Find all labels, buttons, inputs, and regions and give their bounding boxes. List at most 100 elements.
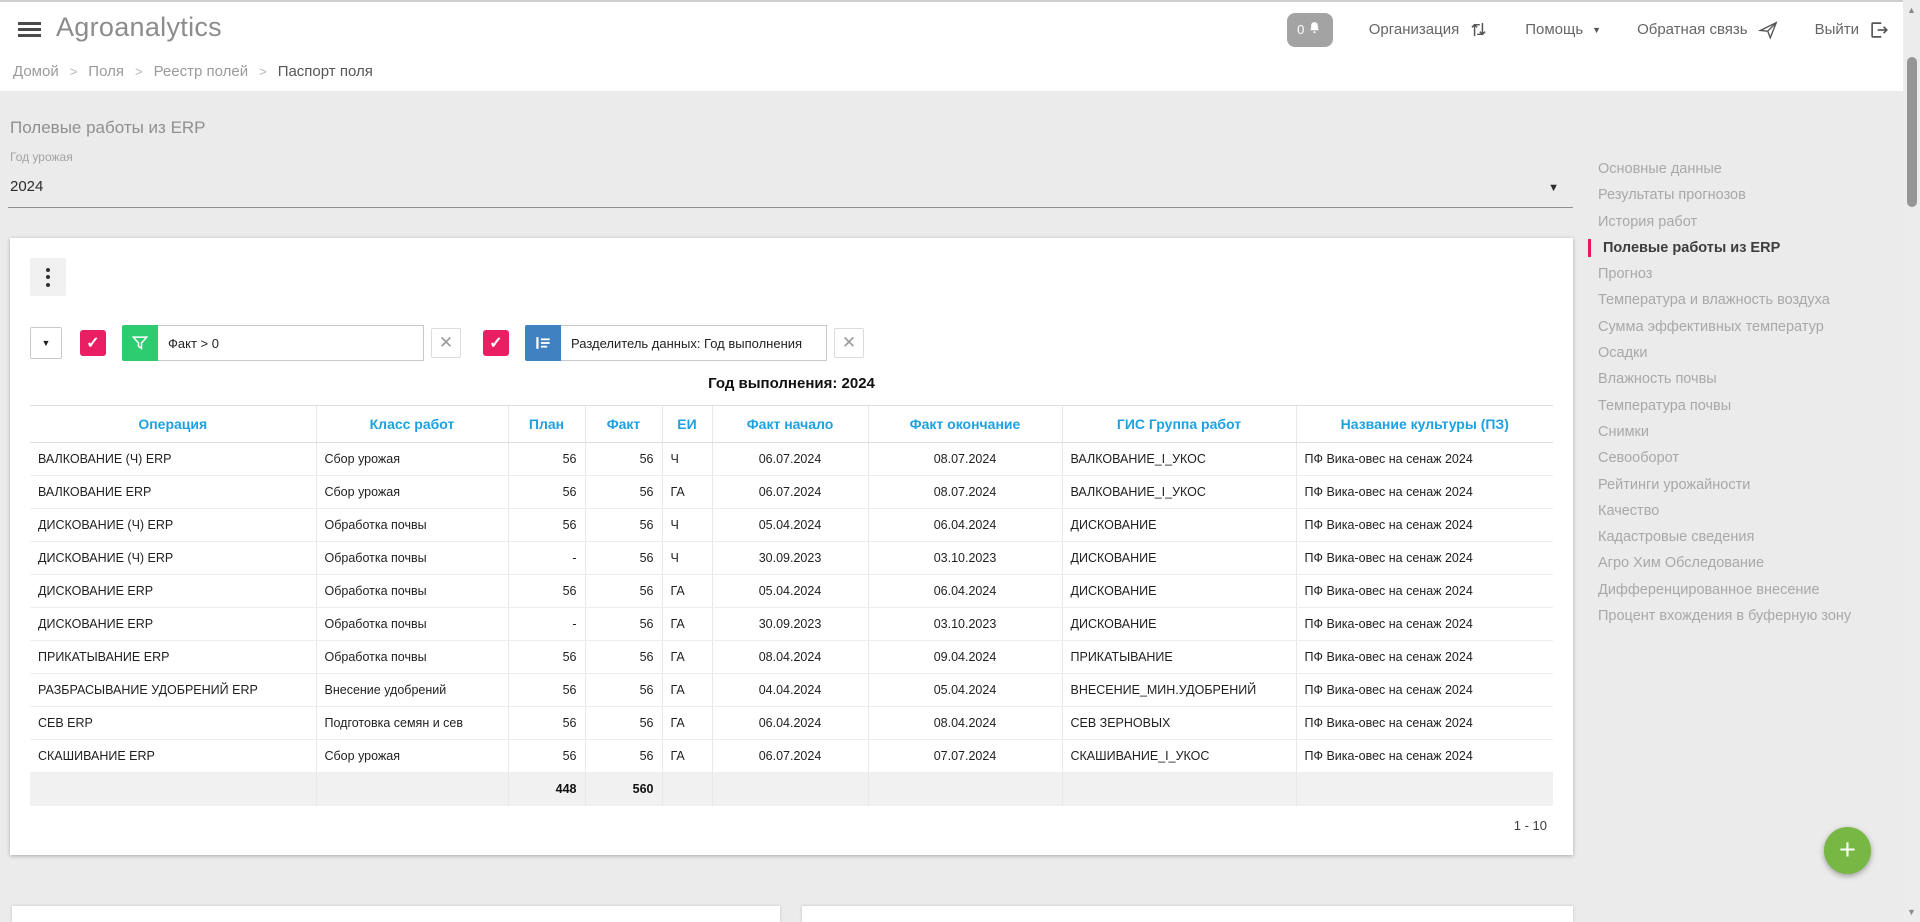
filter-dropdown-button[interactable]: [30, 327, 62, 359]
table-row[interactable]: ВАЛКОВАНИЕ ERPСбор урожая5656ГА06.07.202…: [30, 476, 1553, 509]
column-header-0[interactable]: Операция: [30, 406, 316, 443]
table-group-title: Год выполнения: 2024: [30, 375, 1553, 392]
table-row[interactable]: РАЗБРАСЫВАНИЕ УДОБРЕНИЙ ERPВнесение удоб…: [30, 674, 1553, 707]
filter-icon[interactable]: [122, 325, 158, 361]
table-totals-row: 448560: [30, 773, 1553, 806]
organization-button[interactable]: Организация: [1369, 19, 1489, 40]
nav-item-0[interactable]: Основные данные: [1598, 156, 1913, 182]
table-cell: Подготовка семян и сев: [316, 707, 508, 740]
organization-label: Организация: [1369, 21, 1459, 38]
year-select[interactable]: 2024 ▼: [8, 170, 1573, 208]
table-cell: 06.07.2024: [712, 476, 868, 509]
page-scrollbar[interactable]: ▲ ▼: [1903, 0, 1920, 922]
next-card-right: [802, 906, 1573, 922]
total-cell: [30, 773, 316, 806]
total-plan: 448: [508, 773, 585, 806]
feedback-button[interactable]: Обратная связь: [1637, 19, 1779, 41]
table-cell: ГА: [662, 641, 712, 674]
field-works-table: ОперацияКласс работПланФактЕИФакт начало…: [30, 405, 1553, 806]
filter-expression-input[interactable]: [158, 325, 424, 361]
paper-plane-icon: [1757, 19, 1779, 41]
column-header-6[interactable]: Факт окончание: [868, 406, 1062, 443]
hamburger-menu-icon[interactable]: [18, 22, 41, 37]
nav-item-3[interactable]: Полевые работы из ERP: [1598, 235, 1913, 261]
nav-item-7[interactable]: Осадки: [1598, 340, 1913, 366]
splitter-checkbox[interactable]: [483, 330, 509, 356]
table-cell: 56: [585, 443, 662, 476]
nav-item-13[interactable]: Качество: [1598, 498, 1913, 524]
nav-item-10[interactable]: Снимки: [1598, 419, 1913, 445]
table-cell: ГА: [662, 608, 712, 641]
table-row[interactable]: ВАЛКОВАНИЕ (Ч) ERPСбор урожая5656Ч06.07.…: [30, 443, 1553, 476]
table-row[interactable]: ДИСКОВАНИЕ ERPОбработка почвы-56ГА30.09.…: [30, 608, 1553, 641]
table-cell: СЕВ ERP: [30, 707, 316, 740]
table-cell: ВАЛКОВАНИЕ_I_УКОС: [1062, 476, 1296, 509]
breadcrumb-separator: >: [259, 64, 267, 79]
table-cell: 56: [585, 542, 662, 575]
data-splitter-input[interactable]: [561, 325, 827, 361]
table-row[interactable]: СКАШИВАНИЕ ERPСбор урожая5656ГА06.07.202…: [30, 740, 1553, 773]
table-cell: 09.04.2024: [868, 641, 1062, 674]
total-fact: 560: [585, 773, 662, 806]
table-cell: ГА: [662, 707, 712, 740]
table-cell: СКАШИВАНИЕ ERP: [30, 740, 316, 773]
clear-filter-button[interactable]: ✕: [431, 328, 461, 358]
column-header-5[interactable]: Факт начало: [712, 406, 868, 443]
logout-label: Выйти: [1815, 21, 1859, 38]
year-select-label: Год урожая: [10, 150, 73, 164]
breadcrumb-item-1[interactable]: Поля: [88, 63, 124, 80]
total-cell: [1296, 773, 1553, 806]
table-row[interactable]: ДИСКОВАНИЕ ERPОбработка почвы5656ГА05.04…: [30, 575, 1553, 608]
column-header-1[interactable]: Класс работ: [316, 406, 508, 443]
logout-button[interactable]: Выйти: [1815, 19, 1890, 41]
table-cell: 56: [508, 641, 585, 674]
nav-item-11[interactable]: Севооборот: [1598, 445, 1913, 471]
clear-splitter-button[interactable]: ✕: [834, 328, 864, 358]
data-splitter-icon[interactable]: [525, 325, 561, 361]
column-header-8[interactable]: Название культуры (ПЗ): [1296, 406, 1553, 443]
nav-item-8[interactable]: Влажность почвы: [1598, 366, 1913, 392]
table-cell: Сбор урожая: [316, 740, 508, 773]
nav-item-16[interactable]: Дифференцированное внесение: [1598, 577, 1913, 603]
table-cell: 30.09.2023: [712, 542, 868, 575]
add-button[interactable]: +: [1824, 827, 1871, 874]
nav-item-6[interactable]: Сумма эффективных температур: [1598, 314, 1913, 340]
breadcrumb-item-2[interactable]: Реестр полей: [154, 63, 249, 80]
breadcrumb-item-0[interactable]: Домой: [13, 63, 59, 80]
table-cell: ПФ Вика-овес на сенаж 2024: [1296, 509, 1553, 542]
nav-item-2[interactable]: История работ: [1598, 209, 1913, 235]
column-header-4[interactable]: ЕИ: [662, 406, 712, 443]
table-menu-button[interactable]: [30, 258, 66, 296]
table-row[interactable]: ДИСКОВАНИЕ (Ч) ERPОбработка почвы-56Ч30.…: [30, 542, 1553, 575]
nav-item-1[interactable]: Результаты прогнозов: [1598, 182, 1913, 208]
nav-item-14[interactable]: Кадастровые сведения: [1598, 524, 1913, 550]
table-cell: 05.04.2024: [712, 575, 868, 608]
scroll-down-icon[interactable]: ▼: [1903, 907, 1920, 917]
help-menu[interactable]: Помощь ▼: [1525, 21, 1601, 38]
table-cell: Обработка почвы: [316, 542, 508, 575]
notifications-count: 0: [1297, 22, 1304, 37]
table-cell: ДИСКОВАНИЕ ERP: [30, 575, 316, 608]
table-cell: Обработка почвы: [316, 641, 508, 674]
filter-checkbox[interactable]: [80, 330, 106, 356]
table-row[interactable]: ДИСКОВАНИЕ (Ч) ERPОбработка почвы5656Ч05…: [30, 509, 1553, 542]
feedback-label: Обратная связь: [1637, 21, 1748, 38]
breadcrumb-separator: >: [135, 64, 143, 79]
scroll-up-icon[interactable]: ▲: [1903, 5, 1920, 15]
scrollbar-thumb[interactable]: [1907, 57, 1917, 207]
table-cell: ВАЛКОВАНИЕ (Ч) ERP: [30, 443, 316, 476]
table-row[interactable]: СЕВ ERPПодготовка семян и сев5656ГА06.04…: [30, 707, 1553, 740]
column-header-2[interactable]: План: [508, 406, 585, 443]
breadcrumb-separator: >: [70, 64, 78, 79]
nav-item-4[interactable]: Прогноз: [1598, 261, 1913, 287]
column-header-7[interactable]: ГИС Группа работ: [1062, 406, 1296, 443]
nav-item-17[interactable]: Процент вхождения в буферную зону: [1598, 603, 1913, 629]
table-cell: 56: [508, 674, 585, 707]
nav-item-15[interactable]: Агро Хим Обследование: [1598, 550, 1913, 576]
nav-item-12[interactable]: Рейтинги урожайности: [1598, 472, 1913, 498]
nav-item-5[interactable]: Температура и влажность воздуха: [1598, 287, 1913, 313]
column-header-3[interactable]: Факт: [585, 406, 662, 443]
table-row[interactable]: ПРИКАТЫВАНИЕ ERPОбработка почвы5656ГА08.…: [30, 641, 1553, 674]
notifications-button[interactable]: 0: [1287, 13, 1333, 47]
nav-item-9[interactable]: Температура почвы: [1598, 393, 1913, 419]
